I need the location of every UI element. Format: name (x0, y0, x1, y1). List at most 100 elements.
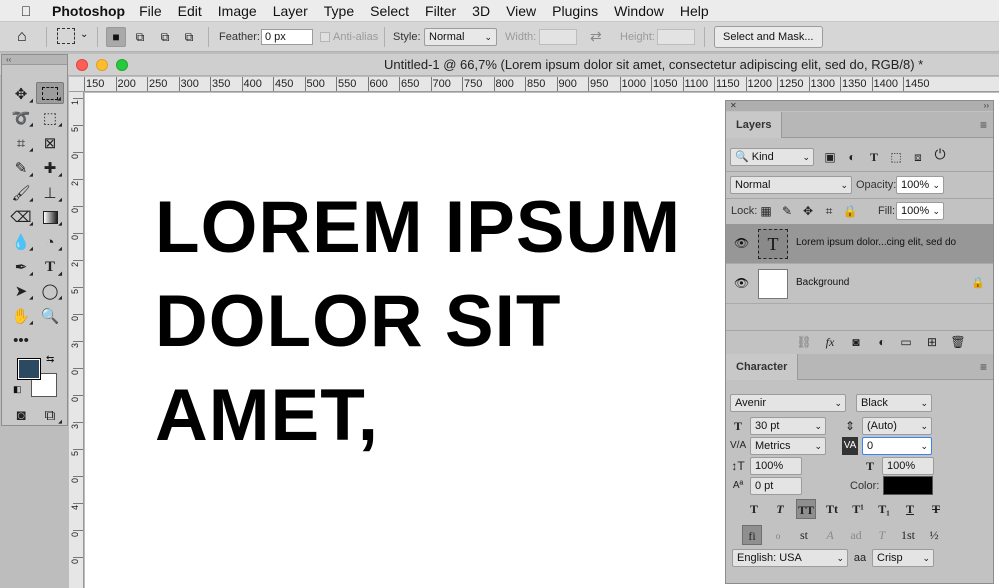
filter-adjustment-icon[interactable]: ◐ (844, 148, 860, 166)
clone-stamp-tool-icon[interactable]: ⊥ ◢ (36, 182, 64, 204)
lock-pixels-icon[interactable]: ✎ (779, 202, 795, 220)
ellipse-tool-icon[interactable]: ◯ ◢ (36, 280, 64, 302)
filter-toggle-icon[interactable]: ⏻ (932, 145, 948, 163)
select-and-mask-button[interactable]: Select and Mask... (714, 26, 823, 48)
swap-colors-icon[interactable]: ⇆ (46, 354, 54, 365)
filter-smart-object-icon[interactable]: ⧈ (910, 148, 926, 166)
screen-mode-icon[interactable]: ⧉ ◢ (36, 404, 64, 426)
move-tool-icon[interactable]: ✥ ◢ (7, 83, 35, 105)
path-selection-tool-icon[interactable]: ➤ ◢ (7, 280, 35, 302)
font-family-select[interactable]: Avenir ⌄ (730, 394, 846, 412)
filter-pixel-icon[interactable]: ▣ (822, 148, 838, 166)
panel-menu-icon[interactable]: ≡ (980, 118, 987, 132)
link-icon[interactable]: ⛓ (796, 333, 812, 351)
tracking-input[interactable]: 0 ⌄ (862, 437, 932, 455)
zoom-window-button[interactable] (116, 59, 128, 71)
strikethrough-button[interactable]: T (926, 499, 946, 519)
layer-row-text[interactable]: 👁 T Lorem ipsum dolor...cing elit, sed d… (726, 224, 993, 264)
app-menu-photoshop[interactable]: Photoshop (52, 3, 125, 19)
stylistic-alternates-button[interactable]: ad (846, 525, 866, 545)
menu-plugins[interactable]: Plugins (544, 3, 606, 19)
menu-filter[interactable]: Filter (417, 3, 464, 19)
kerning-select[interactable]: Metrics ⌄ (750, 437, 826, 455)
add-selection-icon[interactable]: ⧉ (130, 27, 150, 47)
fill-input[interactable]: 100% ⌄ (896, 202, 944, 220)
crop-tool-icon[interactable]: ⌗ ◢ (7, 132, 35, 154)
new-layer-icon[interactable]: ⊞ (924, 333, 940, 351)
dodge-tool-icon[interactable]: ◔ ◢ (36, 231, 64, 253)
menu-type[interactable]: Type (316, 3, 362, 19)
default-colors-icon[interactable]: ◧ (13, 384, 22, 395)
subscript-button[interactable]: T₁ (874, 499, 894, 519)
menu-image[interactable]: Image (210, 3, 265, 19)
filter-shape-icon[interactable]: ⬚ (888, 148, 904, 166)
healing-brush-tool-icon[interactable]: ✚ ◢ (36, 157, 64, 179)
marquee-tool-preset-icon[interactable] (57, 28, 75, 44)
font-style-select[interactable]: Black ⌄ (856, 394, 932, 412)
ligatures-button[interactable]: fi (742, 525, 762, 545)
style-select[interactable]: Normal ⌄ (424, 28, 497, 46)
fx-icon[interactable]: fx (822, 333, 838, 351)
tab-layers[interactable]: Layers (726, 112, 783, 138)
lock-position-icon[interactable]: ✥ (800, 202, 816, 220)
text-color-swatch[interactable] (883, 476, 933, 495)
close-window-button[interactable] (76, 59, 88, 71)
canvas-text-layer[interactable]: LOREM IPSUM DOLOR SIT AMET, (155, 181, 681, 463)
small-caps-button[interactable]: Tt (822, 499, 842, 519)
menu-layer[interactable]: Layer (265, 3, 316, 19)
tab-character[interactable]: Character (726, 354, 799, 380)
type-tool-icon[interactable]: T ◢ (36, 256, 64, 278)
apple-icon[interactable]:  (14, 3, 38, 19)
gradient-tool-icon[interactable]: ◢ (36, 206, 64, 228)
ruler-horizontal[interactable]: 150 200 250 300 350 400 450 500 550 600 650 700 750 8… (69, 77, 999, 92)
intersect-selection-icon[interactable]: ⧉ (179, 27, 199, 47)
object-selection-tool-icon[interactable]: ⬚ ◢ (36, 107, 64, 129)
language-select[interactable]: English: USA ⌄ (732, 549, 848, 567)
folder-icon[interactable]: ▭ (898, 333, 914, 351)
ordinals-button[interactable]: 1st (898, 525, 918, 545)
eraser-tool-icon[interactable]: ⌫ ◢ (7, 206, 35, 228)
lock-all-icon[interactable]: 🔒 (842, 202, 858, 220)
zoom-tool-icon[interactable]: 🔍 (36, 305, 64, 327)
brush-tool-icon[interactable]: 🖌 ◢ (7, 182, 35, 204)
lasso-tool-icon[interactable]: ➰ ◢ (7, 107, 35, 129)
lock-transparency-icon[interactable]: ▦ (758, 202, 774, 220)
faux-italic-button[interactable]: T (770, 499, 790, 519)
foreground-color-swatch[interactable] (17, 358, 41, 380)
new-selection-icon[interactable]: ■ (106, 27, 126, 47)
filter-kind-select[interactable]: 🔍 Kind ⌄ (730, 148, 814, 166)
collapse-panels-icon[interactable]: ›› (984, 101, 989, 111)
hand-tool-icon[interactable]: ✋ ◢ (7, 305, 35, 327)
faux-bold-button[interactable]: T (744, 499, 764, 519)
menu-view[interactable]: View (498, 3, 544, 19)
minimize-window-button[interactable] (96, 59, 108, 71)
all-caps-button[interactable]: TT (796, 499, 816, 519)
menu-help[interactable]: Help (672, 3, 717, 19)
menu-file[interactable]: File (131, 3, 170, 19)
antialias-select[interactable]: Crisp ⌄ (872, 549, 934, 567)
frame-tool-icon[interactable]: ⊠ (36, 132, 64, 154)
vertical-scale-input[interactable]: 100% (750, 457, 802, 475)
close-icon[interactable]: ✕ (730, 101, 737, 111)
home-icon[interactable]: ⌂ (17, 28, 27, 46)
blend-mode-select[interactable]: Normal ⌄ (730, 176, 852, 194)
toolbox-collapse-icon[interactable]: ‹‹ (2, 55, 67, 65)
chevron-down-icon[interactable]: ⌄ (80, 29, 88, 40)
menu-select[interactable]: Select (362, 3, 417, 19)
blur-tool-icon[interactable]: 💧 ◢ (7, 231, 35, 253)
adjustment-icon[interactable]: ◐ (874, 333, 890, 351)
baseline-shift-input[interactable]: 0 pt (750, 477, 802, 495)
superscript-button[interactable]: T¹ (848, 499, 868, 519)
trash-icon[interactable]: 🗑 (950, 333, 966, 351)
horizontal-scale-input[interactable]: 100% (882, 457, 934, 475)
eyedropper-tool-icon[interactable]: ✎ ◢ (7, 157, 35, 179)
menu-window[interactable]: Window (606, 3, 672, 19)
quick-mask-icon[interactable]: ◙ (7, 404, 35, 426)
opacity-input[interactable]: 100% ⌄ (896, 176, 944, 194)
menu-edit[interactable]: Edit (170, 3, 210, 19)
menu-3d[interactable]: 3D (464, 3, 498, 19)
ruler-vertical[interactable]: 1 5 0 2 0 0 2 5 0 3 0 0 3 5 0 4 0 0 (69, 92, 84, 588)
subtract-selection-icon[interactable]: ⧉ (155, 27, 175, 47)
discretionary-ligatures-button[interactable]: ℴ (768, 525, 788, 545)
pen-tool-icon[interactable]: ✒ ◢ (7, 256, 35, 278)
